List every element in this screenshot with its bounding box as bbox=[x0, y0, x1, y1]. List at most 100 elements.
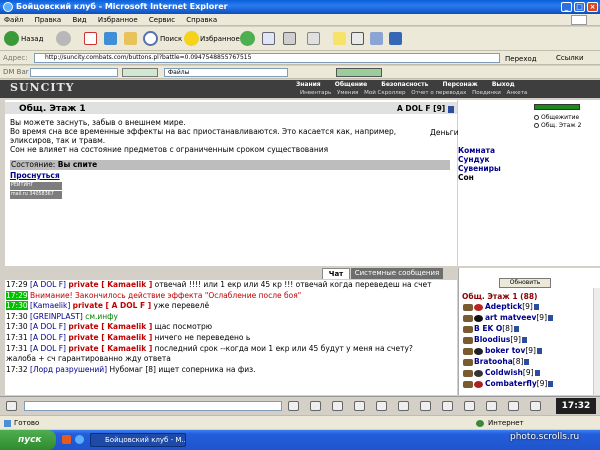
filter-icon[interactable] bbox=[354, 401, 365, 411]
favorites-star-icon[interactable] bbox=[184, 31, 199, 46]
player-row[interactable]: boker tov[9] bbox=[463, 346, 542, 355]
player-row[interactable]: Combaterfly[9] bbox=[463, 379, 554, 388]
player-row[interactable]: art matveev[9] bbox=[463, 313, 553, 322]
taskbar-item[interactable]: Бойцовский клуб - M... bbox=[90, 433, 186, 447]
links-label[interactable]: Ссылки bbox=[556, 51, 584, 65]
friends-icon[interactable] bbox=[464, 401, 475, 411]
nav-skills[interactable]: Умения bbox=[337, 90, 358, 96]
user-tag[interactable]: A DOL F [9] bbox=[397, 104, 454, 113]
link-sleep[interactable]: Сон bbox=[458, 173, 474, 182]
dmbar-go-icon[interactable] bbox=[122, 68, 158, 77]
chat-private[interactable]: private [ Kamaelik ] bbox=[68, 333, 152, 342]
chat-nick[interactable]: [GREINPLAST] bbox=[30, 312, 83, 321]
nav-security[interactable]: Безопасность bbox=[381, 81, 428, 88]
chat-private[interactable]: private [ Kamaelik ] bbox=[68, 322, 152, 331]
dmbar-files-select[interactable]: Файлы bbox=[164, 68, 288, 77]
address-input[interactable]: http://suncity.combats.com/buttons.pl?ba… bbox=[34, 53, 500, 63]
chat-nick[interactable]: [Kamaelik] bbox=[30, 301, 70, 310]
translit-icon[interactable] bbox=[420, 401, 431, 411]
chat-private[interactable]: private [ Kamaelik ] bbox=[68, 280, 152, 289]
info-icon[interactable] bbox=[447, 105, 454, 113]
rating-counter[interactable]: РЕЙТИНГ 609449029 bbox=[10, 182, 62, 196]
ie-quicklaunch-icon[interactable] bbox=[75, 435, 84, 444]
link-chest[interactable]: Сундук bbox=[458, 155, 490, 164]
favorites-button[interactable]: Избранное bbox=[200, 31, 240, 47]
chat-private[interactable]: private [ Kamaelik ] bbox=[68, 344, 152, 353]
link-room[interactable]: Комната bbox=[458, 146, 495, 155]
nav-communication[interactable]: Общение bbox=[335, 81, 367, 88]
k-icon[interactable] bbox=[351, 32, 364, 45]
info-icon[interactable] bbox=[513, 326, 519, 332]
mailru-counter[interactable]: mail.ru 34058367 bbox=[10, 191, 62, 199]
go-button[interactable]: Переход bbox=[505, 52, 537, 66]
clear-icon[interactable] bbox=[310, 401, 321, 411]
player-name[interactable]: Combaterfly bbox=[485, 379, 537, 388]
refresh-button[interactable]: Обновить bbox=[499, 278, 551, 288]
home-icon[interactable] bbox=[124, 32, 137, 45]
info-icon[interactable] bbox=[521, 337, 527, 343]
radio-dormitory[interactable]: Общежитие bbox=[534, 114, 579, 121]
player-row[interactable]: Bloodius[9] bbox=[463, 335, 527, 344]
players-scrollbar[interactable] bbox=[593, 288, 600, 395]
messenger-icon[interactable] bbox=[370, 32, 383, 45]
start-button[interactable]: пуск bbox=[0, 430, 56, 450]
refresh-icon[interactable] bbox=[104, 32, 117, 45]
history-icon[interactable] bbox=[240, 31, 255, 46]
nav-scroller[interactable]: Мой Скроллер bbox=[364, 90, 405, 96]
research-icon[interactable] bbox=[389, 32, 402, 45]
info-icon[interactable] bbox=[548, 381, 554, 387]
nav-fights[interactable]: Поединки bbox=[472, 90, 501, 96]
back-arrow-icon[interactable] bbox=[4, 31, 19, 46]
nav-character[interactable]: Персонаж bbox=[442, 81, 477, 88]
nav-exit[interactable]: Выход bbox=[492, 81, 515, 88]
chat-nick[interactable]: [Лорд разрушений] bbox=[30, 365, 107, 374]
forward-arrow-icon[interactable] bbox=[56, 31, 71, 46]
tab-system-messages[interactable]: Системные сообщения bbox=[351, 268, 443, 279]
player-name[interactable]: Bloodius bbox=[474, 335, 510, 344]
link-souvenirs[interactable]: Сувениры bbox=[458, 164, 501, 173]
dmbar-search-input[interactable] bbox=[30, 68, 118, 77]
player-name[interactable]: Coldwish bbox=[485, 368, 523, 377]
stop-icon[interactable] bbox=[84, 32, 97, 45]
edit-icon[interactable] bbox=[307, 32, 320, 45]
menu-favorites[interactable]: Избранное bbox=[98, 16, 138, 24]
minimize-button[interactable]: _ bbox=[561, 2, 572, 12]
chat-nick[interactable]: [A DOL F] bbox=[30, 322, 66, 331]
menu-edit[interactable]: Правка bbox=[35, 16, 62, 24]
wake-up-link[interactable]: Проснуться bbox=[10, 171, 60, 180]
search-icon[interactable] bbox=[143, 31, 158, 46]
player-row[interactable]: Adeptick[9] bbox=[463, 302, 539, 311]
nav-inventory[interactable]: Инвентарь bbox=[300, 90, 331, 96]
settings-icon[interactable] bbox=[442, 401, 453, 411]
maximize-button[interactable]: □ bbox=[574, 2, 585, 12]
smiles-icon[interactable] bbox=[332, 401, 343, 411]
nav-transfers[interactable]: Отчет о переводах bbox=[411, 90, 466, 96]
mail-icon[interactable] bbox=[262, 32, 275, 45]
notes-icon[interactable] bbox=[333, 32, 346, 45]
player-row[interactable]: B EK O[8] bbox=[463, 324, 519, 333]
close-button[interactable]: × bbox=[587, 2, 598, 12]
chat-nick[interactable]: [A DOL F] bbox=[30, 333, 66, 342]
quicklaunch-icon[interactable] bbox=[62, 435, 71, 444]
send-icon[interactable] bbox=[288, 401, 299, 411]
chat-input[interactable] bbox=[24, 401, 282, 411]
info-icon[interactable] bbox=[533, 304, 539, 310]
info-icon[interactable] bbox=[536, 348, 542, 354]
menu-tools[interactable]: Сервис bbox=[149, 16, 175, 24]
menu-help[interactable]: Справка bbox=[186, 16, 217, 24]
player-row[interactable]: Coldwish[9] bbox=[463, 368, 540, 377]
chat-mode-icon[interactable] bbox=[6, 401, 17, 411]
menu-view[interactable]: Вид bbox=[72, 16, 86, 24]
online-icon[interactable] bbox=[530, 401, 541, 411]
radio-floor2[interactable]: Общ. Этаж 2 bbox=[534, 122, 581, 129]
player-name[interactable]: boker tov bbox=[485, 346, 525, 355]
player-name[interactable]: Bratooha bbox=[474, 357, 513, 366]
scroll-icon[interactable] bbox=[376, 401, 387, 411]
info-icon[interactable] bbox=[534, 370, 540, 376]
help-icon[interactable] bbox=[508, 401, 519, 411]
chat-nick[interactable]: [A DOL F] bbox=[30, 280, 66, 289]
nav-knowledge[interactable]: Знания bbox=[296, 81, 321, 88]
chat-nick[interactable]: [A DOL F] bbox=[30, 344, 66, 353]
player-row[interactable]: Bratooha[8] bbox=[463, 357, 530, 366]
sound-icon[interactable] bbox=[398, 401, 409, 411]
